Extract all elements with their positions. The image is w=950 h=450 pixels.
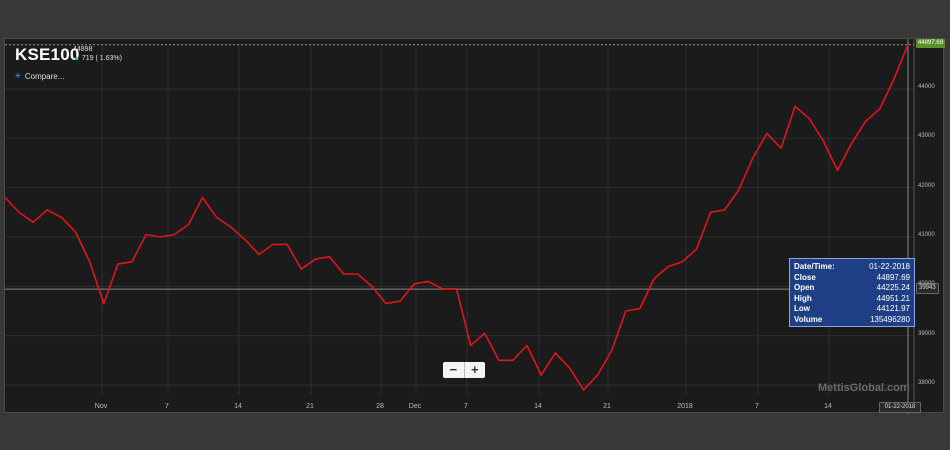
y-tick-label: 42000: [918, 182, 935, 189]
chart-plot: [5, 39, 915, 414]
tooltip-row-open: Open 44225.24: [794, 283, 910, 293]
y-tick-label: 44000: [918, 84, 935, 91]
y-tick-label: 43000: [918, 133, 935, 140]
ticker-symbol: KSE100: [15, 45, 80, 64]
y-tick-label: 39000: [918, 330, 935, 337]
y-tick-label: 41000: [918, 232, 935, 238]
tooltip-row-date: Date/Time: 01-22-2018: [794, 262, 910, 271]
x-tick-label: 28: [376, 403, 384, 410]
tooltip-row-low: Low 44121.97: [794, 304, 910, 314]
zoom-in-button[interactable]: +: [463, 362, 486, 378]
x-tick-label: 21: [306, 403, 314, 410]
x-tick-label: 2018: [677, 403, 693, 410]
x-tick-label: 7: [165, 403, 169, 410]
tooltip-row-volume: Volume 135496280: [794, 314, 910, 324]
zoom-controls: − +: [443, 362, 485, 378]
x-tick-label: Dec: [408, 403, 422, 410]
y-tick-label: 38000: [918, 380, 935, 386]
tooltip-row-high: High 44951.21: [794, 293, 910, 303]
x-tick-label: Nov: [94, 403, 108, 410]
quote-summary: 44898 ▲ 719 ( 1.63%): [73, 45, 122, 63]
x-tick-label: 7: [464, 403, 468, 410]
up-arrow-icon: ▲: [73, 55, 80, 62]
tooltip-row-close: Close 44897.69: [794, 272, 910, 282]
price-series-line: [5, 44, 909, 391]
last-price-badge: 44897.69: [916, 38, 946, 48]
price-change: 719 ( 1.63%): [81, 55, 122, 62]
last-price: 44898: [73, 46, 93, 53]
ohlc-tooltip: Date/Time: 01-22-2018 Close 44897.69 Open 4…: [789, 258, 915, 327]
chart-frame: [4, 38, 944, 414]
x-tick-label: 7: [755, 403, 759, 410]
zoom-out-button[interactable]: −: [443, 362, 464, 378]
watermark: MettisGlobal.com: [818, 382, 910, 394]
plus-icon: +: [15, 71, 21, 82]
x-tick-label: 14: [824, 403, 832, 410]
x-tick-label: 14: [234, 403, 242, 410]
crosshair-date-badge: 01-22-2018: [879, 402, 921, 413]
x-tick-label: 14: [534, 403, 542, 410]
compare-button[interactable]: + Compare...: [15, 71, 64, 82]
x-tick-label: 21: [603, 403, 611, 410]
y-tick-label: 40000: [918, 281, 935, 288]
compare-label: Compare...: [24, 72, 65, 81]
